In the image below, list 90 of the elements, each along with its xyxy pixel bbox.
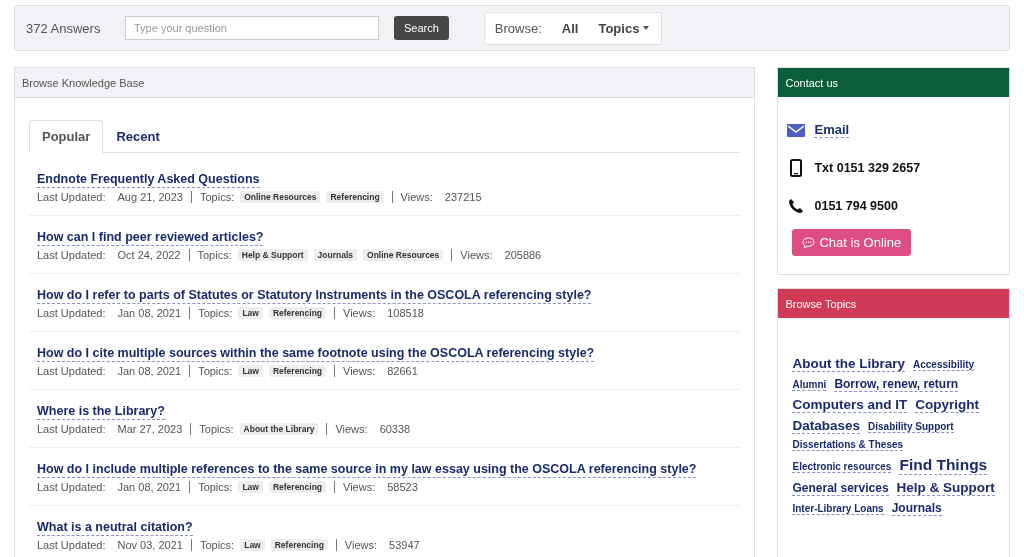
meta-label: Views: <box>460 249 493 261</box>
question-link[interactable]: Endnote Frequently Asked Questions <box>37 171 260 188</box>
topic-link[interactable]: Alumni <box>792 379 827 391</box>
topic-tag[interactable]: Referencing <box>326 191 384 203</box>
contact-number: Txt 0151 329 2657 <box>814 161 921 175</box>
meta-label: Last Updated: <box>37 307 106 319</box>
meta-label: Topics: <box>199 191 235 203</box>
view-count: 82661 <box>387 365 418 377</box>
topics-dropdown[interactable]: Topics <box>598 20 650 36</box>
meta-label: Views: <box>343 365 376 377</box>
question-link[interactable]: Where is the Library? <box>37 403 165 420</box>
topic-tag[interactable]: About the Library <box>239 423 319 435</box>
meta-label: Topics: <box>198 365 233 377</box>
updated-date: Oct 24, 2022 <box>117 249 181 261</box>
topic-tag[interactable]: Referencing <box>268 365 327 377</box>
tab[interactable]: Recent <box>103 120 173 153</box>
topic-tag[interactable]: Law <box>238 307 263 319</box>
topic-link[interactable]: Databases <box>792 418 861 434</box>
chat-button[interactable]: Chat is Online <box>792 229 912 256</box>
question-link[interactable]: What is a neutral citation? <box>37 519 193 536</box>
topic-link[interactable]: About the Library <box>792 356 905 372</box>
topic-link[interactable]: Copyright <box>915 397 979 413</box>
question-link[interactable]: How do I refer to parts of Statutes or Statutory Instruments in the OSCOLA referencing style? <box>37 287 592 304</box>
topic-tag[interactable]: Referencing <box>270 539 328 551</box>
topic-link[interactable]: Find Things <box>899 456 988 475</box>
question-link[interactable]: How can I find peer reviewed articles? <box>37 229 264 246</box>
topic-tag[interactable]: Law <box>240 539 265 551</box>
tab[interactable]: Popular <box>29 120 104 153</box>
topic-tag[interactable]: Law <box>238 365 263 377</box>
topic-tag[interactable]: Journals <box>313 249 358 261</box>
updated-date: Jan 08, 2021 <box>117 365 182 377</box>
updated-date: Jan 08, 2021 <box>117 481 182 493</box>
meta-label: Last Updated: <box>37 249 106 261</box>
meta-label: Views: <box>400 191 433 203</box>
topic-tag[interactable]: Online Resources <box>240 191 321 203</box>
view-count: 205886 <box>504 249 542 261</box>
topic-link[interactable]: Dissertations & Theses <box>792 439 904 451</box>
topic-tag[interactable]: Online Resources <box>363 249 444 261</box>
topic-link[interactable]: Accessibility <box>913 359 975 371</box>
view-count: 237215 <box>444 191 482 203</box>
topic-link[interactable]: General services <box>792 481 889 496</box>
view-count: 108518 <box>387 307 424 319</box>
search-field[interactable]: Type your question <box>125 16 379 40</box>
topic-link[interactable]: Borrow, renew, return <box>834 377 959 392</box>
topic-link[interactable]: Inter-Library Loans <box>792 503 884 515</box>
meta-label: Last Updated: <box>37 481 106 493</box>
meta-label: Last Updated: <box>37 423 106 435</box>
topic-link[interactable]: Help & Support <box>896 480 995 496</box>
meta-label: Views: <box>335 423 368 435</box>
updated-date: Aug 21, 2023 <box>117 191 183 203</box>
panel-title: Browse Knowledge Base <box>22 76 145 89</box>
question-link[interactable]: How do I include multiple references to the same source in my law essay using the OSCOLA referencing style? <box>37 461 697 478</box>
meta-label: Topics: <box>197 249 232 261</box>
updated-date: Jan 08, 2021 <box>117 307 182 319</box>
answer-count: 372 Answers <box>26 20 102 36</box>
all-link[interactable]: All <box>561 20 579 36</box>
meta-label: Views: <box>344 539 378 551</box>
topic-link[interactable]: Journals <box>891 501 942 516</box>
updated-date: Nov 03, 2021 <box>117 539 183 551</box>
card-title: Browse Topics <box>785 297 857 310</box>
meta-label: Topics: <box>199 423 234 435</box>
question-link[interactable]: How do I cite multiple sources within the same footnote using the OSCOLA referencing style? <box>37 345 595 362</box>
topic-tag[interactable]: Referencing <box>268 307 327 319</box>
topic-tag[interactable]: Help & Support <box>237 249 308 261</box>
view-count: 60338 <box>379 423 411 435</box>
meta-label: Topics: <box>198 481 233 493</box>
envelope-icon <box>787 123 806 137</box>
meta-label: Last Updated: <box>37 365 106 377</box>
phone-icon <box>787 198 806 214</box>
email-link[interactable]: Email <box>814 122 850 138</box>
meta-label: Views: <box>343 481 376 493</box>
topic-tag[interactable]: Referencing <box>268 481 327 493</box>
view-count: 58523 <box>387 481 418 493</box>
browse-label: Browse: <box>494 20 542 36</box>
topic-link[interactable]: Disability Support <box>868 421 954 433</box>
card-title: Contact us <box>785 76 839 89</box>
speech-bubble-icon <box>802 236 816 249</box>
topic-link[interactable]: Electronic resources <box>792 461 892 473</box>
topic-tag[interactable]: Law <box>238 481 263 493</box>
view-count: 53947 <box>389 539 420 551</box>
meta-label: Views: <box>343 307 376 319</box>
caret-icon <box>643 26 650 30</box>
updated-date: Mar 27, 2023 <box>117 423 183 435</box>
meta-label: Last Updated: <box>37 539 106 551</box>
search-button[interactable]: Search <box>394 16 449 40</box>
meta-label: Topics: <box>199 539 235 551</box>
topic-link[interactable]: Computers and IT <box>792 397 908 413</box>
meta-label: Last Updated: <box>37 191 106 203</box>
meta-label: Topics: <box>198 307 233 319</box>
contact-number: 0151 794 9500 <box>814 199 898 213</box>
